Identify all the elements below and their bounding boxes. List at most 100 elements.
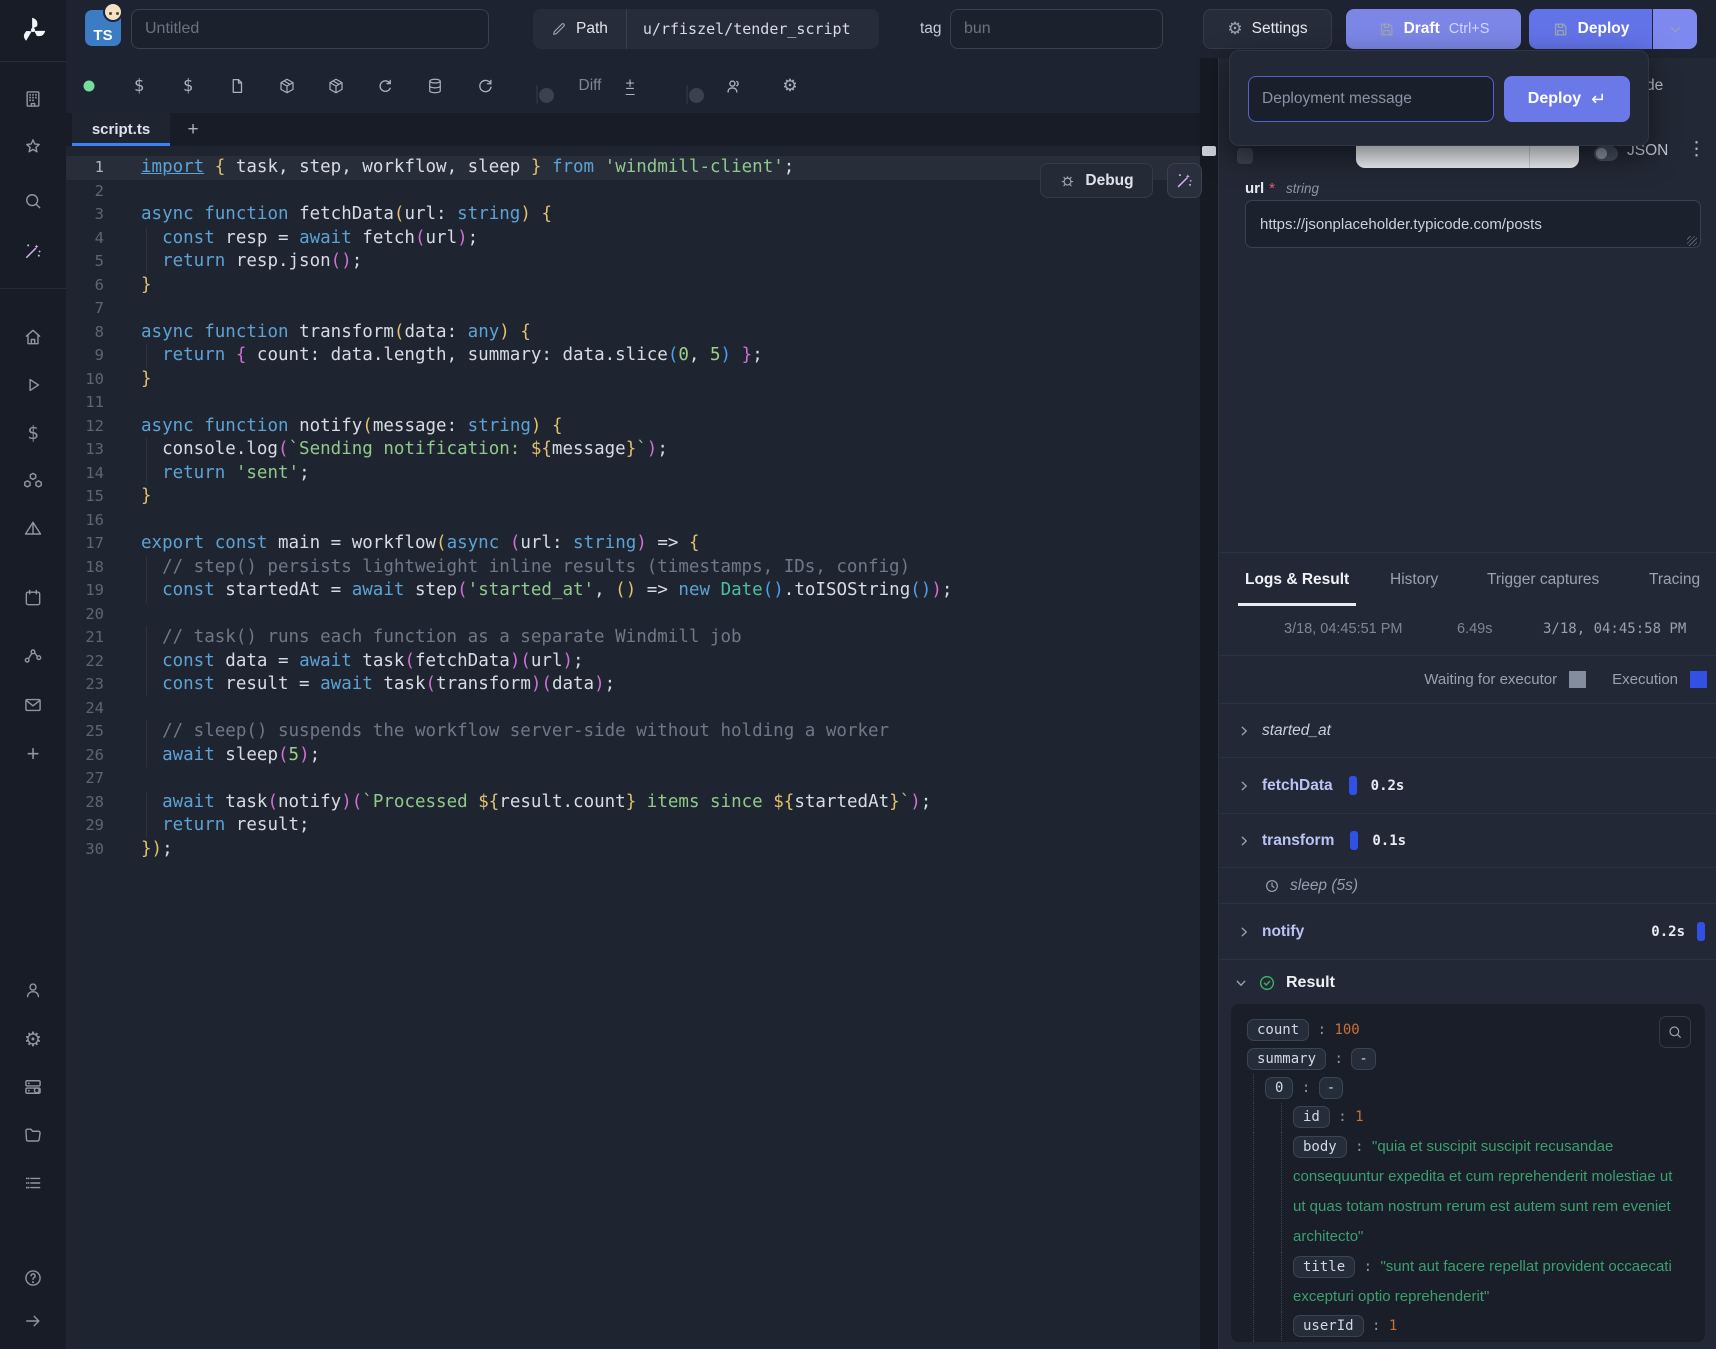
- path-selector[interactable]: Path u/rfiszel/tender_script: [533, 9, 879, 49]
- json-key[interactable]: title: [1293, 1256, 1355, 1278]
- plus-minus-icon[interactable]: ±: [626, 77, 635, 95]
- sidebar-calendar-icon[interactable]: [15, 580, 51, 616]
- sidebar-folder-icon[interactable]: [15, 1117, 51, 1153]
- ai-wand-button[interactable]: [1167, 163, 1202, 198]
- sidebar-organization-icon[interactable]: [15, 81, 51, 117]
- deployment-message-input[interactable]: [1248, 76, 1494, 122]
- code-line[interactable]: 23 const result = await task(transform)(…: [66, 673, 1200, 697]
- code-line[interactable]: 18 // step() persists lightweight inline…: [66, 556, 1200, 580]
- sidebar-gear-icon[interactable]: ⚙: [15, 1021, 51, 1057]
- sidebar-flow-icon[interactable]: [15, 638, 51, 674]
- sidebar-play-icon[interactable]: [15, 367, 51, 403]
- run-tab-logs-result[interactable]: Logs & Result: [1245, 553, 1349, 606]
- run-tab-tracing[interactable]: Tracing: [1649, 553, 1700, 606]
- multiplayer-toggle[interactable]: [686, 85, 688, 104]
- editor-settings-gear-icon[interactable]: ⚙: [782, 76, 797, 96]
- json-key[interactable]: count: [1247, 1019, 1309, 1041]
- code-line[interactable]: 21 // task() runs each function as a sep…: [66, 626, 1200, 650]
- code-line[interactable]: 20: [66, 603, 1200, 627]
- code-line[interactable]: 10}: [66, 368, 1200, 392]
- variables-icon[interactable]: $: [134, 76, 144, 96]
- sidebar-user-icon[interactable]: [15, 972, 51, 1008]
- json-key[interactable]: id: [1293, 1106, 1330, 1128]
- refresh-icon[interactable]: [476, 77, 494, 95]
- code-line[interactable]: 15}: [66, 485, 1200, 509]
- people-icon[interactable]: [725, 76, 744, 95]
- sidebar-search-icon[interactable]: [15, 183, 51, 219]
- run-tab-trigger-captures[interactable]: Trigger captures: [1487, 553, 1599, 606]
- kebab-menu-icon[interactable]: ⋮: [1687, 138, 1706, 161]
- database-icon[interactable]: [426, 77, 444, 95]
- package-icon[interactable]: [327, 77, 345, 95]
- code-line[interactable]: 25 // sleep() suspends the workflow serv…: [66, 720, 1200, 744]
- sidebar-list-icon[interactable]: [15, 1165, 51, 1201]
- deploy-dropdown-button[interactable]: [1653, 9, 1697, 49]
- script-name-input[interactable]: [131, 9, 489, 49]
- code-line[interactable]: 5 return resp.json();: [66, 250, 1200, 274]
- settings-button[interactable]: ⚙ Settings: [1203, 9, 1332, 49]
- code-line[interactable]: 9 return { count: data.length, summary: …: [66, 344, 1200, 368]
- code-editor[interactable]: 1import { task, step, workflow, sleep } …: [66, 146, 1200, 1349]
- url-field[interactable]: [1245, 200, 1701, 248]
- resources-icon[interactable]: $: [183, 76, 193, 96]
- run-tab-history[interactable]: History: [1390, 553, 1438, 606]
- code-line[interactable]: 8async function transform(data: any) {: [66, 321, 1200, 345]
- code-line[interactable]: 11: [66, 391, 1200, 415]
- code-line[interactable]: 13 console.log(`Sending notification: ${…: [66, 438, 1200, 462]
- sidebar-cubes-icon[interactable]: [15, 463, 51, 499]
- collapsed-value[interactable]: -: [1319, 1077, 1343, 1099]
- step-row-sleep-5s-[interactable]: sleep (5s): [1219, 867, 1716, 903]
- step-row-started-at[interactable]: started_at: [1219, 703, 1716, 757]
- json-toggle[interactable]: [1594, 146, 1618, 161]
- tag-input[interactable]: [950, 9, 1163, 49]
- deploy-button[interactable]: Deploy: [1529, 9, 1652, 49]
- json-key[interactable]: 0: [1265, 1077, 1293, 1099]
- editor-scrollbar-track[interactable]: [1200, 58, 1218, 1349]
- sidebar-pyramid-icon[interactable]: [15, 511, 51, 547]
- cycle-icon[interactable]: [376, 77, 394, 95]
- sidebar-plus-icon[interactable]: +: [15, 736, 51, 772]
- resize-handle-icon[interactable]: [1687, 236, 1697, 246]
- collapsed-value[interactable]: -: [1351, 1048, 1375, 1070]
- json-key[interactable]: summary: [1247, 1048, 1326, 1070]
- code-line[interactable]: 24: [66, 697, 1200, 721]
- sidebar-dollar-icon[interactable]: $: [15, 415, 51, 451]
- code-line[interactable]: 28 await task(notify)(`Processed ${resul…: [66, 791, 1200, 815]
- debug-button[interactable]: Debug: [1040, 163, 1153, 198]
- sidebar-help-icon[interactable]: [15, 1260, 51, 1296]
- sidebar-arrow-right-icon[interactable]: [15, 1303, 51, 1339]
- editor-scrollbar-thumb[interactable]: [1202, 146, 1216, 156]
- step-row-fetchData[interactable]: fetchData0.2s: [1219, 757, 1716, 813]
- step-row-notify[interactable]: notify0.2s: [1219, 903, 1716, 959]
- code-line[interactable]: 3async function fetchData(url: string) {: [66, 203, 1200, 227]
- sidebar-mail-icon[interactable]: [15, 687, 51, 723]
- code-line[interactable]: 16: [66, 509, 1200, 533]
- code-line[interactable]: 4 const resp = await fetch(url);: [66, 227, 1200, 251]
- code-line[interactable]: 14 return 'sent';: [66, 462, 1200, 486]
- code-line[interactable]: 26 await sleep(5);: [66, 744, 1200, 768]
- diff-toggle[interactable]: [536, 85, 538, 104]
- sidebar-home-icon[interactable]: [15, 319, 51, 355]
- code-line[interactable]: 7: [66, 297, 1200, 321]
- code-line[interactable]: 12async function notify(message: string)…: [66, 415, 1200, 439]
- popup-deploy-button[interactable]: Deploy ↵: [1504, 76, 1630, 122]
- windmill-logo-icon[interactable]: [15, 12, 51, 48]
- code-line[interactable]: 27: [66, 767, 1200, 791]
- sidebar-worker-groups-icon[interactable]: [15, 1069, 51, 1105]
- add-tab-button[interactable]: +: [178, 113, 208, 146]
- code-line[interactable]: 17export const main = workflow(async (ur…: [66, 532, 1200, 556]
- draft-button[interactable]: DraftCtrl+S: [1346, 9, 1521, 49]
- tab-script-ts[interactable]: script.ts: [72, 113, 170, 146]
- step-row-transform[interactable]: transform0.1s: [1219, 813, 1716, 867]
- file-icon[interactable]: [228, 77, 246, 95]
- sidebar-star-icon[interactable]: [15, 129, 51, 165]
- package-icon[interactable]: [278, 77, 296, 95]
- json-key[interactable]: body: [1293, 1136, 1347, 1158]
- code-line[interactable]: 19 const startedAt = await step('started…: [66, 579, 1200, 603]
- sidebar-magic-wand-icon[interactable]: [15, 233, 51, 269]
- result-row[interactable]: Result: [1219, 959, 1716, 1005]
- code-line[interactable]: 30});: [66, 838, 1200, 862]
- panel-collapse-handle[interactable]: [1237, 148, 1253, 164]
- json-key[interactable]: userId: [1293, 1315, 1364, 1337]
- code-line[interactable]: 6}: [66, 274, 1200, 298]
